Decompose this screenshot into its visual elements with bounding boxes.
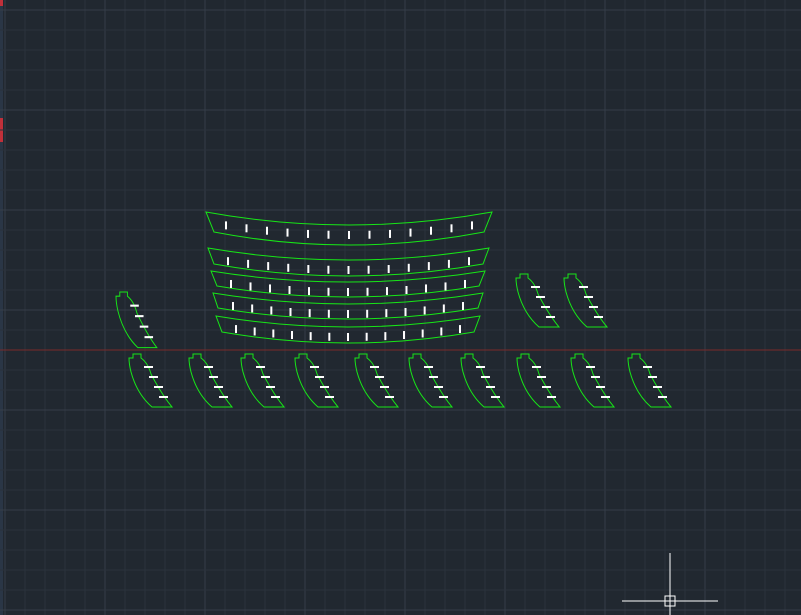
blade-outline [408, 353, 454, 408]
arc-strip[interactable] [210, 270, 486, 298]
blade-parts-group[interactable] [115, 273, 673, 408]
blade-part[interactable] [128, 353, 174, 408]
blade-outline [115, 291, 158, 349]
blade-part[interactable] [188, 353, 234, 408]
blade-outline [460, 353, 506, 408]
drawing-area[interactable] [0, 0, 801, 615]
blade-outline [516, 353, 562, 408]
blade-outline [294, 353, 340, 408]
drawing-grid [0, 0, 801, 615]
blade-part[interactable] [516, 353, 562, 408]
arc-strips-group[interactable] [205, 211, 493, 344]
arc-strip-outline [205, 211, 493, 246]
drawing-canvas[interactable] [0, 0, 801, 615]
blade-outline [128, 353, 174, 408]
blade-part[interactable] [515, 273, 561, 328]
crosshair-pickbox-icon[interactable] [622, 553, 718, 615]
blade-part[interactable] [354, 353, 400, 408]
blade-outline [515, 273, 561, 328]
arc-strip[interactable] [207, 247, 490, 277]
blade-outline [570, 353, 616, 408]
blade-part[interactable] [408, 353, 454, 408]
blade-part[interactable] [570, 353, 616, 408]
arc-strip[interactable] [205, 211, 493, 246]
blade-outline [188, 353, 234, 408]
blade-outline [354, 353, 400, 408]
blade-part[interactable] [115, 291, 158, 349]
blade-part[interactable] [240, 353, 286, 408]
blade-part[interactable] [294, 353, 340, 408]
blade-outline [240, 353, 286, 408]
blade-part[interactable] [460, 353, 506, 408]
